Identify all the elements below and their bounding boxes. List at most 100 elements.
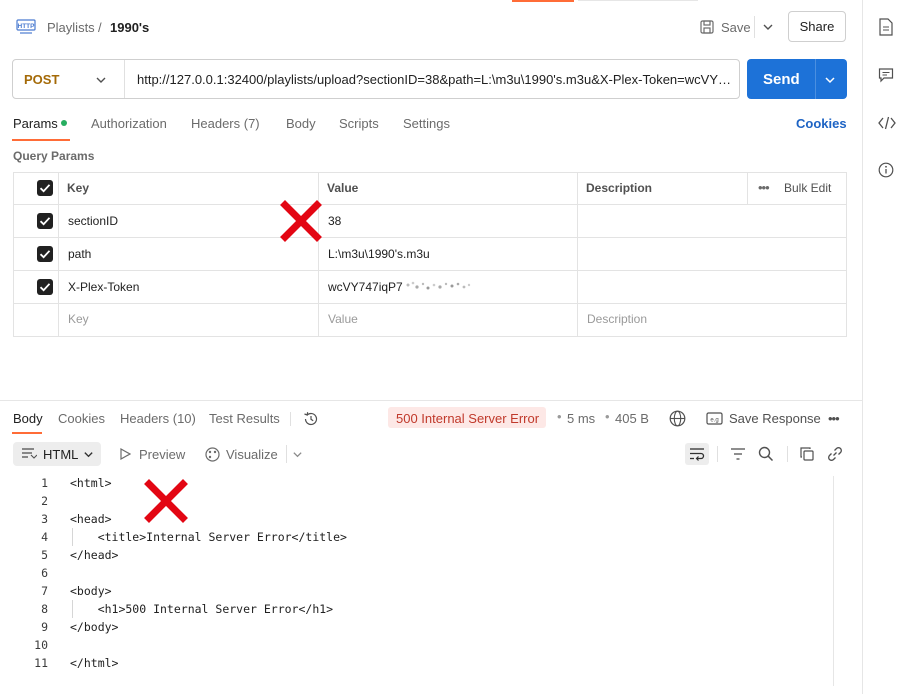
send-button-label[interactable]: Send	[763, 71, 800, 88]
tab-underline	[12, 432, 42, 434]
chevron-down-icon[interactable]	[95, 74, 107, 86]
tab-divider	[290, 412, 291, 426]
value-input[interactable]: Value	[328, 312, 358, 326]
table-divider	[58, 172, 59, 337]
separator-dot: •	[557, 409, 562, 424]
red-x-annotation	[280, 200, 322, 245]
line-number: 10	[34, 638, 48, 652]
code-scrollbar-track[interactable]	[833, 476, 834, 686]
response-tab-body[interactable]: Body	[13, 411, 43, 426]
column-header-description: Description	[586, 181, 653, 195]
red-x-annotation	[144, 479, 188, 526]
comments-icon[interactable]	[878, 67, 894, 83]
breadcrumb-separator: /	[98, 20, 102, 35]
send-divider	[815, 59, 816, 99]
save-icon[interactable]	[699, 19, 715, 35]
bulk-edit-button[interactable]: Bulk Edit	[784, 181, 831, 195]
toolbar-divider	[787, 446, 788, 462]
info-icon[interactable]	[878, 162, 894, 178]
more-horizontal-icon[interactable]: •••	[758, 180, 770, 195]
tab-underline	[12, 139, 70, 141]
save-button[interactable]: Save	[721, 20, 751, 35]
chevron-down-icon[interactable]	[762, 21, 774, 33]
share-button[interactable]: Share	[788, 11, 846, 42]
request-title[interactable]: 1990's	[110, 20, 149, 35]
chevron-down-icon[interactable]	[824, 74, 836, 86]
code-line: </body>	[70, 620, 119, 634]
key-input[interactable]: Key	[68, 312, 89, 326]
param-value[interactable]: 38	[328, 214, 341, 228]
row-enabled-checkbox[interactable]	[37, 279, 53, 295]
method-divider	[124, 60, 125, 98]
column-header-key: Key	[67, 181, 90, 195]
line-number: 2	[41, 494, 48, 508]
redacted-token-scribble	[404, 279, 474, 296]
row-enabled-checkbox[interactable]	[37, 213, 53, 229]
search-icon[interactable]	[758, 446, 774, 462]
select-all-checkbox[interactable]	[37, 180, 53, 196]
code-line: <head>	[70, 512, 112, 526]
visualize-icon[interactable]	[204, 446, 221, 463]
url-input[interactable]: http://127.0.0.1:32400/playlists/upload?…	[137, 72, 735, 87]
code-line: <h1>500 Internal Server Error</h1>	[70, 602, 334, 616]
line-number: 1	[41, 476, 48, 490]
tab-headers[interactable]: Headers (7)	[191, 116, 260, 131]
preview-button[interactable]: Preview	[139, 447, 185, 462]
code-line: <body>	[70, 584, 112, 598]
code-line: <title>Internal Server Error</title>	[70, 530, 347, 544]
visualize-button[interactable]: Visualize	[226, 447, 278, 462]
description-input[interactable]: Description	[587, 312, 647, 326]
param-value[interactable]: L:\m3u\1990's.m3u	[328, 247, 430, 261]
tab-body[interactable]: Body	[286, 116, 316, 131]
svg-text:e.g: e.g	[710, 418, 718, 424]
format-label[interactable]: HTML	[43, 447, 78, 462]
table-divider	[13, 237, 847, 238]
history-icon[interactable]	[303, 411, 319, 427]
cookies-link[interactable]: Cookies	[796, 116, 847, 131]
param-key[interactable]: sectionID	[68, 214, 118, 228]
documentation-icon[interactable]	[878, 18, 894, 36]
response-tab-headers[interactable]: Headers (10)	[120, 411, 196, 426]
wrap-lines-icon[interactable]	[689, 447, 705, 461]
filter-icon[interactable]	[730, 447, 746, 461]
table-divider	[13, 303, 847, 304]
chevron-down-icon[interactable]	[83, 449, 94, 460]
copy-icon[interactable]	[799, 446, 815, 462]
save-divider	[754, 16, 755, 38]
play-icon[interactable]	[119, 448, 131, 460]
http-request-icon: HTTP	[16, 18, 36, 36]
link-icon[interactable]	[827, 446, 843, 462]
tab-params[interactable]: Params	[13, 116, 58, 131]
save-response-icon[interactable]: e.g	[706, 411, 723, 426]
separator-dot: •	[605, 409, 610, 424]
format-lines-icon	[21, 447, 37, 461]
line-number: 8	[41, 602, 48, 616]
query-params-title: Query Params	[13, 149, 95, 163]
table-divider	[747, 172, 748, 204]
line-number: 7	[41, 584, 48, 598]
response-size: 405 B	[615, 411, 649, 426]
query-params-table	[13, 172, 847, 337]
save-response-button[interactable]: Save Response	[729, 411, 821, 426]
chevron-down-icon[interactable]	[292, 449, 303, 460]
row-enabled-checkbox[interactable]	[37, 246, 53, 262]
param-value[interactable]: wcVY747iqP7	[328, 280, 403, 294]
param-key[interactable]: path	[68, 247, 91, 261]
tab-authorization[interactable]: Authorization	[91, 116, 167, 131]
globe-icon[interactable]	[669, 410, 686, 427]
http-method-select[interactable]: POST	[24, 72, 59, 87]
line-number: 3	[41, 512, 48, 526]
param-key[interactable]: X-Plex-Token	[68, 280, 139, 294]
code-snippet-icon[interactable]	[878, 115, 896, 131]
tab-strip-edge	[578, 0, 698, 1]
tab-settings[interactable]: Settings	[403, 116, 450, 131]
response-tab-test-results[interactable]: Test Results	[209, 411, 280, 426]
code-line: </html>	[70, 656, 119, 670]
breadcrumb-parent[interactable]: Playlists	[47, 20, 95, 35]
tab-scripts[interactable]: Scripts	[339, 116, 379, 131]
code-line: </head>	[70, 548, 119, 562]
response-tab-cookies[interactable]: Cookies	[58, 411, 105, 426]
status-code: 500 Internal Server Error	[396, 411, 540, 426]
more-horizontal-icon[interactable]: •••	[828, 411, 840, 426]
response-panel-divider	[0, 400, 862, 401]
